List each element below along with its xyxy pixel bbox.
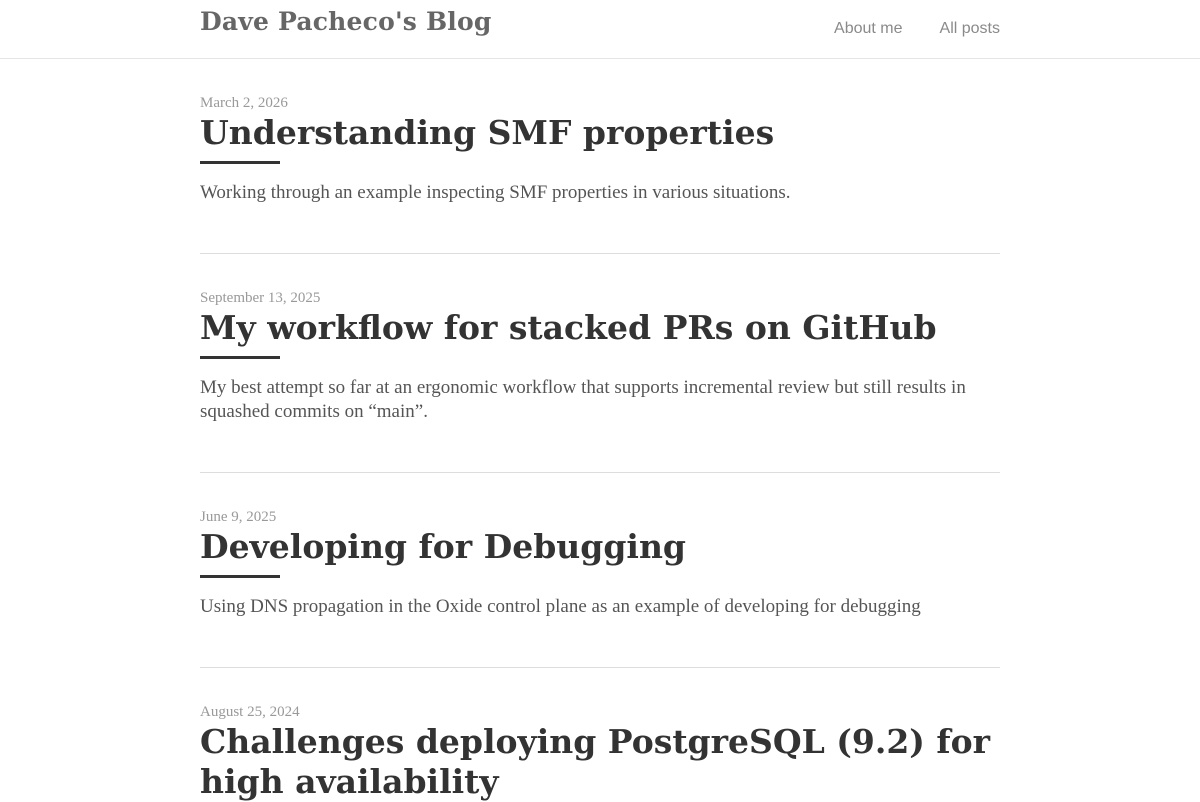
nav-all-posts-link[interactable]: All posts <box>940 20 1000 38</box>
site-title-link[interactable]: Dave Pacheco's Blog <box>200 7 492 36</box>
post-date: March 2, 2026 <box>200 95 288 111</box>
title-underline <box>200 161 280 164</box>
post-date: June 9, 2025 <box>200 509 277 525</box>
site-header: Dave Pacheco's Blog About me All posts <box>0 0 1200 59</box>
post-title-link[interactable]: Understanding SMF properties <box>200 113 1000 153</box>
nav-about-me-link[interactable]: About me <box>834 20 902 38</box>
title-underline <box>200 356 280 359</box>
post-title-link[interactable]: Developing for Debugging <box>200 527 1000 567</box>
post-title-link[interactable]: My workflow for stacked PRs on GitHub <box>200 308 1000 348</box>
title-underline <box>200 575 280 578</box>
post-item: September 13, 2025 My workflow for stack… <box>200 254 1000 473</box>
post-title-link[interactable]: Challenges deploying PostgreSQL (9.2) fo… <box>200 722 1000 802</box>
post-date: September 13, 2025 <box>200 290 321 306</box>
post-item: June 9, 2025 Developing for Debugging Us… <box>200 473 1000 668</box>
main-nav: About me All posts <box>834 20 1000 38</box>
post-summary: Working through an example inspecting SM… <box>200 182 791 203</box>
post-summary: My best attempt so far at an ergonomic w… <box>200 377 966 422</box>
post-list: March 2, 2026 Understanding SMF properti… <box>200 59 1000 802</box>
post-summary: Using DNS propagation in the Oxide contr… <box>200 596 921 617</box>
post-item: August 25, 2024 Challenges deploying Pos… <box>200 668 1000 802</box>
post-date: August 25, 2024 <box>200 704 300 720</box>
post-item: March 2, 2026 Understanding SMF properti… <box>200 59 1000 254</box>
